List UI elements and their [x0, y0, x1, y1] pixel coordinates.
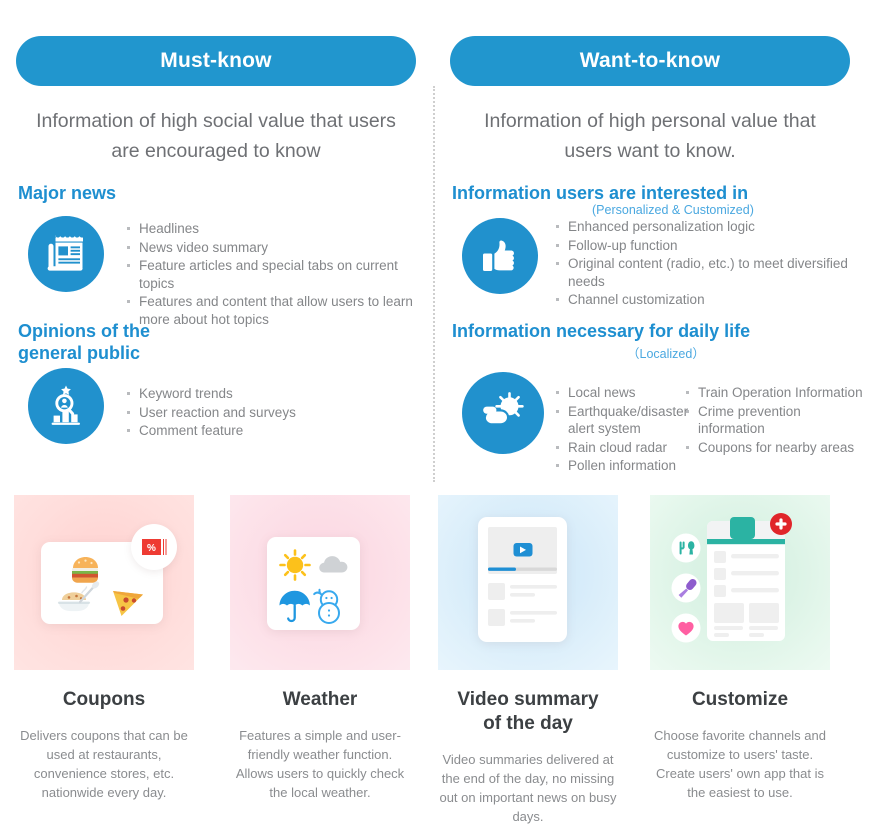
section-title-opinions: Opinions of the general public [18, 321, 150, 363]
feature-cards: % Coupons Delivers coupons that can be u… [0, 495, 874, 829]
feature-card-description: Delivers coupons that can be used at res… [20, 728, 188, 800]
section-title-daily-life: Information necessary for daily life [452, 321, 751, 341]
section-subtitle-interested-in: (Personalized & Customized) [592, 203, 754, 217]
column-header-pill-want-to-know: Want-to-know [450, 36, 850, 86]
feature-card-title: Customize [691, 689, 789, 710]
section-title-major-news: Major news [18, 183, 117, 203]
column-lede-want-to-know: Information of high personal value that … [484, 110, 816, 162]
list-item: User reaction and surveys [126, 404, 416, 422]
infographic-page: Must-know Information of high social val… [0, 0, 874, 829]
list-item: Comment feature [126, 422, 416, 440]
list-item: Rain cloud radar [555, 439, 705, 457]
coupons-illustration: % [14, 495, 194, 670]
list-item: Coupons for nearby areas [685, 439, 870, 457]
svg-text:%: % [147, 543, 156, 554]
channel-chip-food [671, 533, 701, 563]
customize-illustration [650, 495, 830, 670]
bullet-list-major-news: Headlines News video summary Feature art… [126, 220, 426, 329]
rice-bowl-glyph [58, 581, 100, 612]
bullet-list-interested-in: Enhanced personalization logic Follow-up… [555, 218, 865, 310]
feature-card-description: Video summaries delivered at the end of … [439, 752, 617, 824]
list-item: Earthquake/disaster alert system [555, 403, 705, 438]
document-tab [730, 517, 755, 539]
feature-card-title: Video summary of the day [457, 689, 599, 734]
weather-panel [267, 537, 360, 630]
umbrella-glyph [279, 590, 310, 623]
sun-glyph [279, 549, 311, 581]
list-item: Local news [555, 384, 705, 402]
customize-document [707, 517, 785, 641]
list-item: Feature articles and special tabs on cur… [126, 257, 426, 292]
channel-chip-favorite [671, 613, 701, 643]
list-item: Follow-up function [555, 237, 865, 255]
pizza-glyph [113, 591, 143, 616]
list-item: Crime prevention information [685, 403, 870, 438]
list-item: Train Operation Information [685, 384, 870, 402]
video-summary-illustration [438, 495, 618, 670]
column-must-know: Must-know Information of high social val… [8, 0, 432, 490]
bullet-list-opinions: Keyword trends User reaction and surveys… [126, 385, 416, 441]
list-item: Keyword trends [126, 385, 416, 403]
list-item: Headlines [126, 220, 426, 238]
column-divider [433, 86, 435, 482]
feature-card-description: Choose favorite channels and customize t… [653, 728, 826, 800]
add-channel-badge [770, 513, 792, 535]
feature-card-description: Features a simple and user-friendly weat… [235, 728, 405, 800]
section-title-interested-in: Information users are interested in [452, 183, 749, 203]
feature-card-customize[interactable]: Customize Choose favorite channels and c… [650, 495, 830, 802]
list-item: Channel customization [555, 291, 865, 309]
coupon-ticket-icon: % [142, 539, 167, 555]
column-header-pill-must-know: Must-know [16, 36, 416, 86]
snowman-glyph [313, 588, 340, 624]
weather-illustration [230, 495, 410, 670]
column-lede-must-know: Information of high social value that us… [36, 110, 396, 162]
feature-card-title: Coupons [62, 689, 146, 710]
list-item: Features and content that allow users to… [126, 293, 426, 328]
comparison-columns: Must-know Information of high social val… [0, 0, 874, 490]
feature-card-coupons[interactable]: % Coupons Delivers coupons that can be u… [14, 495, 194, 802]
list-item: Pollen information [555, 457, 705, 475]
list-item: Original content (radio, etc.) to meet d… [555, 255, 865, 290]
list-item: News video summary [126, 239, 426, 257]
channel-chip-music [671, 573, 701, 603]
list-item: Enhanced personalization logic [555, 218, 865, 236]
coupon-badge: % [131, 524, 177, 570]
progress-fill [488, 567, 516, 571]
feature-card-title: Weather [282, 689, 358, 710]
bullet-list-daily-life-right: Train Operation Information Crime preven… [685, 384, 870, 457]
cloud-glyph [319, 556, 348, 573]
survey-analytics-icon [28, 368, 104, 444]
video-summary-panel [478, 517, 567, 642]
newspaper-icon [28, 216, 104, 292]
bullet-list-daily-life-left: Local news Earthquake/disaster alert sys… [555, 384, 705, 476]
section-subtitle-daily-life: （Localized） [627, 347, 705, 361]
sun-cloud-icon [462, 372, 544, 454]
thumbs-up-icon [462, 218, 538, 294]
column-want-to-know: Want-to-know Information of high persona… [442, 0, 866, 490]
burger-glyph [72, 557, 98, 583]
feature-card-video-summary[interactable]: Video summary of the day Video summaries… [438, 495, 618, 826]
document-rule [707, 539, 785, 545]
feature-card-weather[interactable]: Weather Features a simple and user-frien… [230, 495, 410, 802]
